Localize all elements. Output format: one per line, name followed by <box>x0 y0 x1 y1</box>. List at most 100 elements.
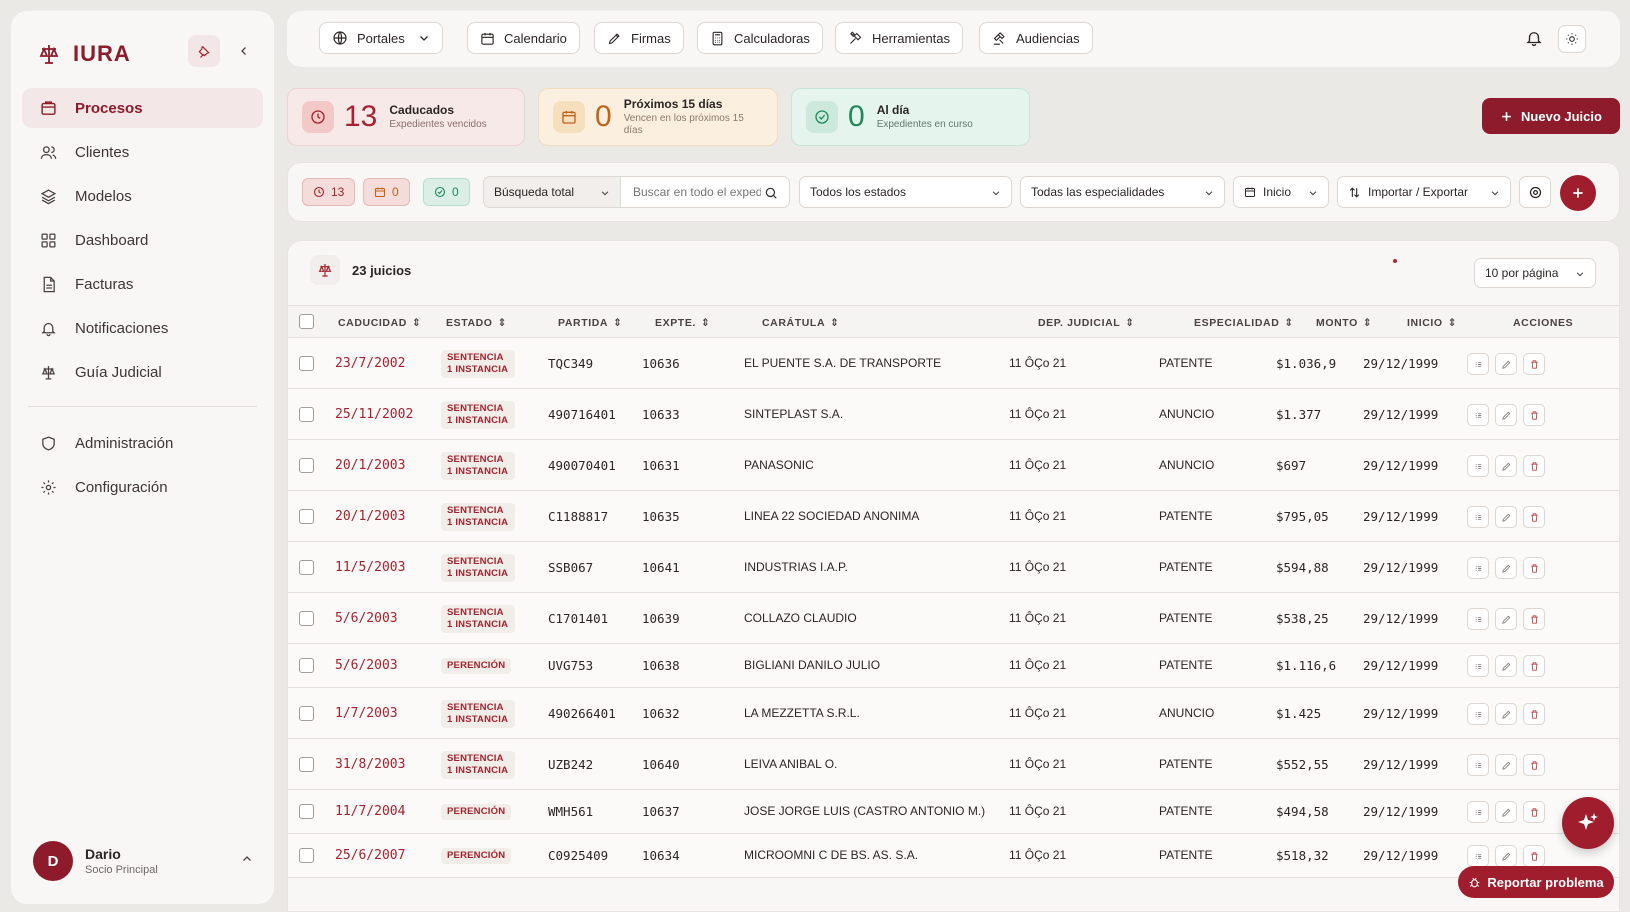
col-estado[interactable]: ESTADO ⇕ <box>446 317 507 329</box>
view-details-button[interactable] <box>1467 655 1489 677</box>
nuevo-juicio-button[interactable]: Nuevo Juicio <box>1482 98 1620 134</box>
sidebar-item-guia-judicial[interactable]: Guía Judicial <box>22 352 263 392</box>
calculadoras-button[interactable]: Calculadoras <box>697 22 823 54</box>
select-all-checkbox[interactable] <box>299 314 314 329</box>
edit-button[interactable] <box>1495 845 1517 867</box>
sidebar-item-clientes[interactable]: Clientes <box>22 132 263 172</box>
sidebar-item-notificaciones[interactable]: Notificaciones <box>22 308 263 348</box>
row-checkbox[interactable] <box>299 706 314 721</box>
row-checkbox[interactable] <box>299 804 314 819</box>
estado-select[interactable]: Todos los estados <box>799 176 1012 208</box>
view-details-button[interactable] <box>1467 557 1489 579</box>
table-settings-button[interactable] <box>1519 176 1551 208</box>
col-partida[interactable]: PARTIDA ⇕ <box>558 317 623 329</box>
pin-sidebar-button[interactable] <box>188 35 220 67</box>
table-row[interactable]: 20/1/2003 SENTENCIA 1 INSTANCIA 490070401 1… <box>288 440 1619 491</box>
ai-assistant-button[interactable] <box>1562 797 1614 849</box>
stat-proximos[interactable]: 0 Próximos 15 días Vencen en los próximo… <box>538 88 778 146</box>
sidebar-item-dashboard[interactable]: Dashboard <box>22 220 263 260</box>
view-details-button[interactable] <box>1467 703 1489 725</box>
row-checkbox[interactable] <box>299 509 314 524</box>
delete-button[interactable] <box>1523 655 1545 677</box>
row-checkbox[interactable] <box>299 757 314 772</box>
row-checkbox[interactable] <box>299 407 314 422</box>
table-row[interactable]: 1/7/2003 SENTENCIA 1 INSTANCIA 490266401 10… <box>288 688 1619 739</box>
calendario-button[interactable]: Calendario <box>467 22 580 54</box>
user-menu[interactable]: D Dario Socio Principal <box>33 836 263 886</box>
edit-button[interactable] <box>1495 754 1517 776</box>
collapse-sidebar-button[interactable] <box>233 40 255 62</box>
delete-button[interactable] <box>1523 353 1545 375</box>
notifications-bell-icon[interactable] <box>1525 29 1543 47</box>
table-row[interactable]: 11/7/2004 PERENCIÓN WMH561 10637 JOSE JORGE … <box>288 790 1619 834</box>
herramientas-button[interactable]: Herramientas <box>835 22 964 54</box>
per-page-select[interactable]: 10 por página <box>1474 258 1596 288</box>
table-row[interactable]: 23/7/2002 SENTENCIA 1 INSTANCIA TQC349 1063… <box>288 338 1619 389</box>
edit-button[interactable] <box>1495 353 1517 375</box>
view-details-button[interactable] <box>1467 801 1489 823</box>
row-checkbox[interactable] <box>299 658 314 673</box>
search-icon[interactable] <box>764 186 778 200</box>
view-details-button[interactable] <box>1467 608 1489 630</box>
edit-button[interactable] <box>1495 655 1517 677</box>
view-details-button[interactable] <box>1467 404 1489 426</box>
table-row[interactable]: 11/5/2003 SENTENCIA 1 INSTANCIA SSB067 1064… <box>288 542 1619 593</box>
edit-button[interactable] <box>1495 608 1517 630</box>
row-checkbox[interactable] <box>299 458 314 473</box>
table-row[interactable]: 25/11/2002 SENTENCIA 1 INSTANCIA 490716401… <box>288 389 1619 440</box>
edit-button[interactable] <box>1495 801 1517 823</box>
report-problem-button[interactable]: Reportar problema <box>1458 866 1614 898</box>
sidebar-item-facturas[interactable]: Facturas <box>22 264 263 304</box>
row-checkbox[interactable] <box>299 848 314 863</box>
edit-button[interactable] <box>1495 703 1517 725</box>
sidebar-item-administracion[interactable]: Administración <box>22 423 263 463</box>
col-caratula[interactable]: CARÁTULA ⇕ <box>762 317 840 329</box>
search-scope-dropdown[interactable]: Búsqueda total <box>483 176 621 208</box>
import-export-dropdown[interactable]: Importar / Exportar <box>1337 176 1511 208</box>
edit-button[interactable] <box>1495 506 1517 528</box>
row-checkbox[interactable] <box>299 611 314 626</box>
delete-button[interactable] <box>1523 608 1545 630</box>
stat-aldia[interactable]: 0 Al día Expedientes en curso <box>791 88 1030 146</box>
col-inicio[interactable]: INICIO ⇕ <box>1407 317 1457 329</box>
edit-button[interactable] <box>1495 404 1517 426</box>
col-dep-judicial[interactable]: DEP. JUDICIAL ⇕ <box>1038 317 1135 329</box>
col-monto[interactable]: MONTO ⇕ <box>1316 317 1372 329</box>
theme-toggle-sun-icon[interactable] <box>1558 25 1586 53</box>
delete-button[interactable] <box>1523 845 1545 867</box>
stat-caducados[interactable]: 13 Caducados Expedientes vencidos <box>287 88 525 146</box>
edit-button[interactable] <box>1495 455 1517 477</box>
delete-button[interactable] <box>1523 801 1545 823</box>
delete-button[interactable] <box>1523 455 1545 477</box>
filter-chip-caducados[interactable]: 13 <box>302 178 356 206</box>
sidebar-item-procesos[interactable]: Procesos <box>22 88 263 128</box>
delete-button[interactable] <box>1523 557 1545 579</box>
col-especialidad[interactable]: ESPECIALIDAD ⇕ <box>1194 317 1294 329</box>
row-checkbox[interactable] <box>299 356 314 371</box>
filter-chip-proximos[interactable]: 0 <box>363 178 410 206</box>
especialidad-select[interactable]: Todas las especialidades <box>1020 176 1225 208</box>
inicio-sort-dropdown[interactable]: Inicio <box>1233 176 1329 208</box>
sidebar-item-configuracion[interactable]: Configuración <box>22 467 263 507</box>
table-row[interactable]: 31/8/2003 SENTENCIA 1 INSTANCIA UZB242 1064… <box>288 739 1619 790</box>
delete-button[interactable] <box>1523 404 1545 426</box>
filter-chip-aldia[interactable]: 0 <box>423 178 470 206</box>
delete-button[interactable] <box>1523 754 1545 776</box>
col-expte[interactable]: EXPTE. ⇕ <box>655 317 710 329</box>
audiencias-button[interactable]: Audiencias <box>979 22 1093 54</box>
col-caducidad[interactable]: CADUCIDAD ⇕ <box>338 317 421 329</box>
view-details-button[interactable] <box>1467 845 1489 867</box>
edit-button[interactable] <box>1495 557 1517 579</box>
firmas-button[interactable]: Firmas <box>594 22 684 54</box>
table-row[interactable]: 5/6/2003 SENTENCIA 1 INSTANCIA C1701401 106… <box>288 593 1619 644</box>
table-row[interactable]: 20/1/2003 SENTENCIA 1 INSTANCIA C1188817 10… <box>288 491 1619 542</box>
view-details-button[interactable] <box>1467 353 1489 375</box>
sidebar-item-modelos[interactable]: Modelos <box>22 176 263 216</box>
table-row[interactable]: 5/6/2003 PERENCIÓN UVG753 10638 BIGLIANI DAN… <box>288 644 1619 688</box>
delete-button[interactable] <box>1523 703 1545 725</box>
view-details-button[interactable] <box>1467 754 1489 776</box>
quick-add-button[interactable] <box>1560 175 1596 211</box>
search-input[interactable] <box>633 185 761 199</box>
view-details-button[interactable] <box>1467 506 1489 528</box>
view-details-button[interactable] <box>1467 455 1489 477</box>
